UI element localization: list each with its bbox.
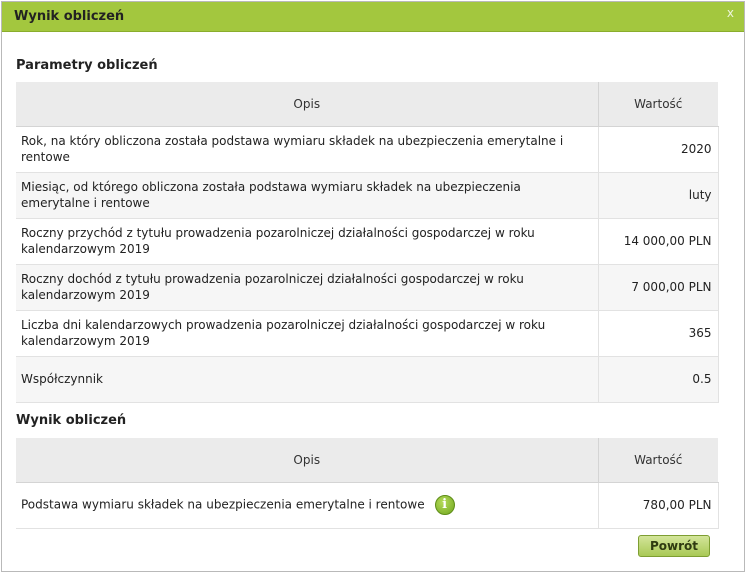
row-value: 0.5: [598, 356, 719, 403]
table-row: Liczba dni kalendarzowych prowadzenia po…: [16, 310, 719, 357]
row-desc: Rok, na który obliczona została podstawa…: [16, 126, 599, 173]
result-table: Opis Wartość Podstawa wymiaru składek na…: [16, 438, 719, 529]
dialog-titlebar: Wynik obliczeń x: [2, 2, 744, 32]
result-header-value: Wartość: [598, 438, 718, 483]
table-row: Rok, na który obliczona została podstawa…: [16, 126, 719, 173]
row-desc: Liczba dni kalendarzowych prowadzenia po…: [16, 310, 599, 357]
row-value: 365: [598, 310, 719, 357]
row-desc: Miesiąc, od którego obliczona została po…: [16, 172, 599, 219]
params-header-value: Wartość: [598, 82, 718, 127]
result-section-title: Wynik obliczeń: [16, 413, 127, 428]
info-icon[interactable]: i: [434, 495, 455, 515]
table-row: Współczynnik 0.5: [16, 356, 719, 403]
close-icon[interactable]: x: [727, 7, 734, 19]
row-value: 2020: [598, 126, 719, 173]
row-desc: Roczny przychód z tytułu prowadzenia poz…: [16, 218, 599, 265]
result-header-desc: Opis: [16, 438, 599, 483]
result-desc-text: Podstawa wymiaru składek na ubezpieczeni…: [21, 497, 425, 512]
row-value: luty: [598, 172, 719, 219]
table-row: Roczny dochód z tytułu prowadzenia pozar…: [16, 264, 719, 311]
table-row: Roczny przychód z tytułu prowadzenia poz…: [16, 218, 719, 265]
params-section-title: Parametry obliczeń: [16, 58, 158, 73]
dialog-title: Wynik obliczeń: [14, 9, 125, 24]
row-desc: Współczynnik: [16, 356, 599, 403]
row-value: 14 000,00 PLN: [598, 218, 719, 265]
row-value: 7 000,00 PLN: [598, 264, 719, 311]
back-button[interactable]: Powrót: [638, 535, 710, 557]
table-row: Podstawa wymiaru składek na ubezpieczeni…: [16, 482, 719, 529]
table-row: Miesiąc, od którego obliczona została po…: [16, 172, 719, 219]
row-desc: Roczny dochód z tytułu prowadzenia pozar…: [16, 264, 599, 311]
row-desc: Podstawa wymiaru składek na ubezpieczeni…: [16, 482, 599, 529]
row-value: 780,00 PLN: [598, 482, 719, 529]
params-table: Opis Wartość Rok, na który obliczona zos…: [16, 82, 719, 403]
params-header-desc: Opis: [16, 82, 599, 127]
